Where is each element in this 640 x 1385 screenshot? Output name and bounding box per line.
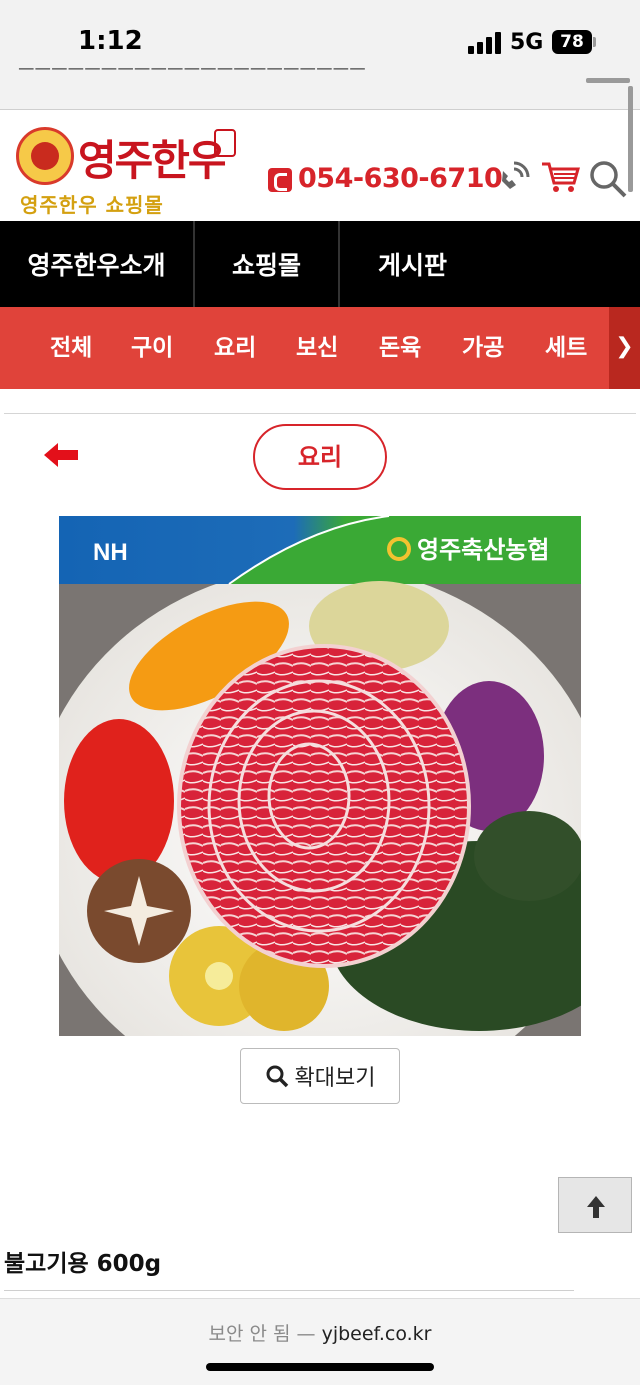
magnifier-icon — [266, 1065, 288, 1088]
category-cooking[interactable]: 요리 — [214, 307, 256, 389]
phone-icon — [268, 168, 292, 192]
logo-title: 영주한우 — [78, 136, 227, 185]
category-pork[interactable]: 돈육 — [379, 307, 421, 389]
category-all[interactable]: 전체 — [50, 307, 92, 389]
category-health[interactable]: 보신 — [296, 307, 338, 389]
zoom-button[interactable]: 확대보기 — [240, 1048, 400, 1104]
category-set[interactable]: 세트 — [545, 307, 587, 389]
clipped-header-text: ㅡㅡㅡㅡㅡㅡㅡㅡㅡㅡㅡㅡㅡㅡㅡㅡㅡㅡㅡㅡㅡ — [18, 64, 366, 78]
cart-icon[interactable] — [540, 159, 580, 195]
nav-item-about[interactable]: 영주한우소개 — [0, 221, 195, 307]
chevron-right-icon[interactable]: ❯ — [609, 307, 640, 389]
call-icon[interactable] — [494, 159, 532, 195]
scroll-to-top-button[interactable] — [558, 1177, 632, 1233]
nh-brand-left: NH — [93, 539, 128, 566]
category-grill[interactable]: 구이 — [131, 307, 173, 389]
product-name: 불고기용 600g — [4, 1251, 162, 1277]
status-bar: ㅡㅡㅡㅡㅡㅡㅡㅡㅡㅡㅡㅡㅡㅡㅡㅡㅡㅡㅡㅡㅡ 1:12 5G 78 — [0, 0, 640, 110]
divider — [4, 1290, 574, 1291]
divider — [4, 413, 636, 414]
site-logo[interactable]: 영주한우 영주한우 쇼핑몰 — [14, 125, 244, 217]
logo-stamp-icon — [214, 129, 236, 157]
main-nav: 영주한우소개 쇼핑몰 게시판 — [0, 221, 640, 307]
nav-item-board[interactable]: 게시판 — [340, 221, 485, 307]
status-time: 1:12 — [78, 26, 143, 56]
home-indicator[interactable] — [206, 1363, 434, 1371]
category-processed[interactable]: 가공 — [462, 307, 504, 389]
site-header: 영주한우 영주한우 쇼핑몰 054-630-6710 — [0, 111, 640, 221]
network-type: 5G — [510, 30, 544, 55]
battery-level: 78 — [560, 32, 584, 52]
logo-subtitle: 영주한우 쇼핑몰 — [20, 193, 164, 217]
url-display[interactable]: 보안 안 됨 — yjbeef.co.kr — [0, 1319, 640, 1346]
signal-icon — [468, 32, 502, 54]
search-icon[interactable] — [588, 159, 628, 199]
nh-brand-right: 영주축산농협 — [417, 536, 549, 564]
battery-icon: 78 — [552, 30, 592, 54]
scroll-indicator — [586, 78, 630, 83]
product-image: NH 영주축산농협 — [59, 516, 581, 1036]
insecure-label: 보안 안 됨 — — [208, 1323, 316, 1345]
url-domain: yjbeef.co.kr — [321, 1323, 432, 1345]
scrollbar[interactable] — [628, 86, 633, 192]
category-bar: 전체 구이 요리 보신 돈육 가공 세트 ❯ — [0, 307, 640, 389]
browser-address-bar[interactable]: 보안 안 됨 — yjbeef.co.kr — [0, 1298, 640, 1385]
arrow-up-icon — [587, 1196, 605, 1218]
logo-emblem-icon — [16, 127, 74, 185]
zoom-label: 확대보기 — [294, 1066, 376, 1091]
phone-number[interactable]: 054-630-6710 — [298, 163, 503, 194]
back-arrow-icon[interactable] — [44, 442, 80, 468]
battery-tip — [593, 37, 596, 47]
current-category-label: 요리 — [253, 424, 387, 490]
nav-item-shop[interactable]: 쇼핑몰 — [195, 221, 340, 307]
